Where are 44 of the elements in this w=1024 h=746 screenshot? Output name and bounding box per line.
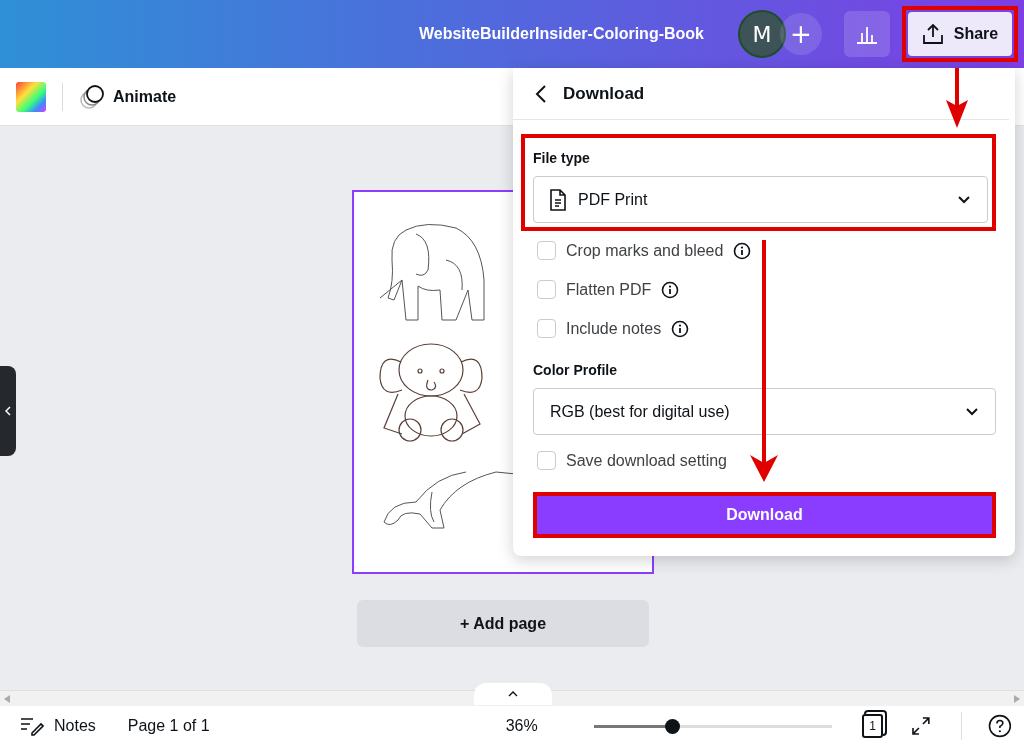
info-icon[interactable] bbox=[661, 280, 680, 299]
checkbox[interactable] bbox=[537, 319, 556, 338]
file-type-select[interactable]: PDF Print bbox=[533, 176, 988, 223]
annotation-arrow bbox=[946, 68, 968, 128]
download-button[interactable]: Download bbox=[537, 496, 992, 534]
chevron-left-icon bbox=[535, 83, 547, 104]
insights-button[interactable] bbox=[844, 11, 890, 57]
help-icon[interactable] bbox=[988, 714, 1012, 738]
document-title[interactable]: WebsiteBuilderInsider-Coloring-Book bbox=[418, 25, 704, 43]
user-avatar[interactable]: M bbox=[738, 10, 786, 58]
notes-icon bbox=[20, 716, 44, 736]
checkbox[interactable] bbox=[537, 241, 556, 260]
info-icon[interactable] bbox=[733, 241, 752, 260]
chevron-down-icon bbox=[957, 194, 971, 205]
document-icon bbox=[550, 188, 566, 211]
option-label: Crop marks and bleed bbox=[566, 241, 724, 260]
fullscreen-icon[interactable] bbox=[911, 716, 932, 736]
chevron-down-icon bbox=[965, 406, 979, 417]
option-label: Flatten PDF bbox=[566, 280, 652, 299]
back-button[interactable] bbox=[535, 83, 547, 104]
add-page-button[interactable]: + Add page bbox=[357, 600, 649, 647]
collapse-tab[interactable] bbox=[0, 366, 16, 456]
color-palette-icon[interactable] bbox=[16, 81, 46, 112]
bar-chart-icon bbox=[856, 24, 878, 44]
share-button[interactable]: Share bbox=[908, 12, 1012, 56]
panel-title: Download bbox=[563, 83, 645, 104]
add-button[interactable]: + bbox=[780, 13, 822, 55]
upload-icon bbox=[921, 23, 944, 45]
option-label: Save download setting bbox=[566, 451, 727, 470]
zoom-percentage: 36% bbox=[505, 717, 538, 735]
page-indicator: Page 1 of 1 bbox=[127, 717, 210, 735]
animate-icon bbox=[79, 83, 105, 110]
chevron-up-icon bbox=[508, 691, 518, 697]
info-icon[interactable] bbox=[671, 319, 690, 338]
option-label: Include notes bbox=[566, 319, 662, 338]
color-profile-select[interactable]: RGB (best for digital use) bbox=[533, 388, 996, 435]
animate-button[interactable]: Animate bbox=[79, 83, 177, 110]
checkbox[interactable] bbox=[537, 451, 556, 470]
slider-thumb[interactable] bbox=[665, 718, 681, 734]
color-profile-label: Color Profile bbox=[533, 362, 618, 378]
notes-button[interactable]: Notes bbox=[20, 716, 96, 736]
chevron-left-icon bbox=[5, 406, 11, 416]
checkbox[interactable] bbox=[537, 280, 556, 299]
file-type-label: File type bbox=[533, 150, 591, 166]
